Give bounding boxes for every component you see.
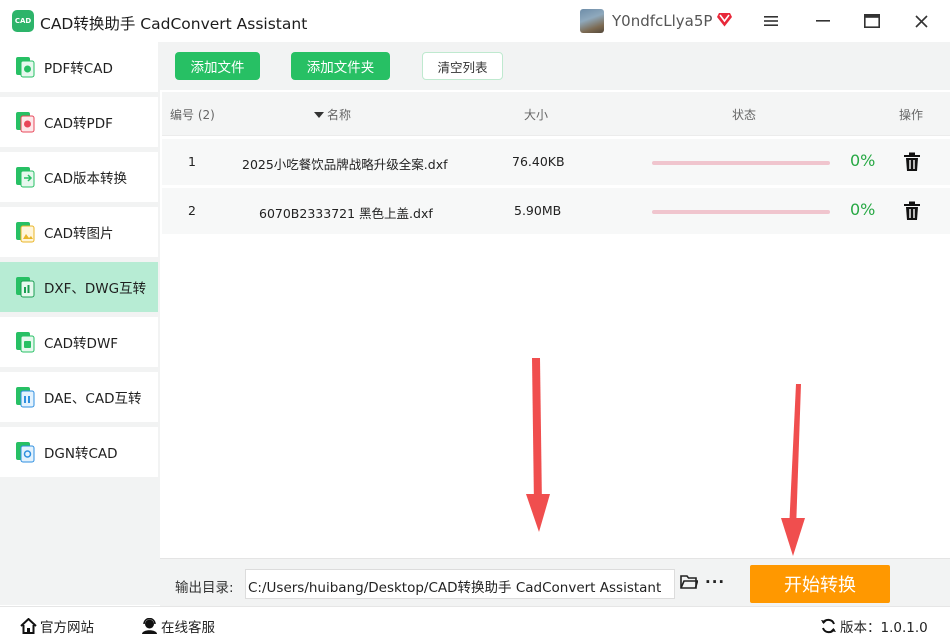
add-folder-button[interactable]: 添加文件夹 xyxy=(291,52,390,80)
close-icon xyxy=(914,14,928,28)
sidebar-item-pdf-to-cad[interactable]: PDF转CAD xyxy=(0,42,158,92)
sidebar-item-dxf-dwg[interactable]: DXF、DWG互转 xyxy=(0,262,158,312)
sidebar-item-label: DAE、CAD互转 xyxy=(44,391,142,407)
app-title: CAD转换助手 CadConvert Assistant xyxy=(40,15,308,33)
version-info[interactable]: 版本：1.0.1.0 xyxy=(820,616,928,636)
row-index: 1 xyxy=(188,154,196,169)
sidebar-item-label: PDF转CAD xyxy=(44,61,113,77)
menu-icon xyxy=(764,16,778,26)
title-bar: CAD CAD转换助手 CadConvert Assistant Y0ndfcL… xyxy=(0,0,950,42)
maximize-icon xyxy=(864,14,880,28)
close-button[interactable] xyxy=(908,8,934,34)
dae-cad-icon xyxy=(16,387,35,408)
row-progress-percent: 0% xyxy=(850,200,876,219)
output-bar: 输出目录: C:/Users/huibang/Desktop/CAD转换助手 C… xyxy=(160,558,950,606)
sidebar-item-label: CAD转DWF xyxy=(44,336,119,352)
vip-diamond-icon[interactable] xyxy=(716,11,733,28)
add-file-button[interactable]: 添加文件 xyxy=(175,52,260,80)
sidebar-item-label: CAD转图片 xyxy=(44,226,114,242)
sidebar-item-label: CAD转PDF xyxy=(44,116,113,132)
minimize-button[interactable] xyxy=(810,8,836,34)
pdf-to-cad-icon xyxy=(16,57,35,78)
sidebar-item-label: CAD版本转换 xyxy=(44,171,128,187)
output-dir-field[interactable]: C:/Users/huibang/Desktop/CAD转换助手 CadConv… xyxy=(245,569,675,599)
refresh-icon xyxy=(821,618,836,634)
maximize-button[interactable] xyxy=(859,8,885,34)
sidebar-item-label: DXF、DWG互转 xyxy=(44,281,147,297)
table-row[interactable]: 1 2025小吃餐饮品牌战略升级全案.dxf 76.40KB 0% xyxy=(162,139,950,185)
cad-version-icon xyxy=(16,167,35,188)
sort-down-icon xyxy=(314,111,324,118)
support-agent-icon xyxy=(142,618,157,634)
cad-to-image-icon xyxy=(16,222,35,243)
sidebar-item-label: DGN转CAD xyxy=(44,446,118,462)
row-file-size: 76.40KB xyxy=(512,154,565,169)
header-index: 编号 (2) xyxy=(170,108,215,122)
official-website-link[interactable]: 官方网站 xyxy=(20,616,94,636)
trash-icon[interactable] xyxy=(903,152,921,172)
version-label: 版本：1.0.1.0 xyxy=(840,620,928,636)
sidebar-item-dgn-to-cad[interactable]: DGN转CAD xyxy=(0,427,158,477)
header-action: 操作 xyxy=(899,108,924,122)
online-support-label: 在线客服 xyxy=(161,620,215,636)
app-logo-icon: CAD xyxy=(12,10,34,32)
menu-button[interactable] xyxy=(758,8,784,34)
app-window: CAD CAD转换助手 CadConvert Assistant Y0ndfcL… xyxy=(0,0,950,640)
user-avatar[interactable] xyxy=(580,9,604,33)
sidebar-item-cad-to-pdf[interactable]: CAD转PDF xyxy=(0,97,158,147)
row-index: 2 xyxy=(188,203,196,218)
annotation-arrow-down-icon xyxy=(781,384,805,556)
table-row[interactable]: 2 6070B2333721 黑色上盖.dxf 5.90MB 0% xyxy=(162,188,950,234)
username[interactable]: Y0ndfcLlya5P xyxy=(612,12,712,30)
header-name-label: 名称 xyxy=(327,108,352,122)
sidebar: PDF转CAD CAD转PDF CAD版本转换 CAD转图片 DXF、DWG互转… xyxy=(0,42,160,605)
annotation-arrow-down-icon xyxy=(526,358,550,532)
row-file-name: 6070B2333721 黑色上盖.dxf xyxy=(259,206,433,221)
header-name[interactable]: 名称 xyxy=(314,106,351,123)
sidebar-item-cad-version[interactable]: CAD版本转换 xyxy=(0,152,158,202)
dxf-dwg-icon xyxy=(16,277,35,298)
header-status: 状态 xyxy=(732,108,757,122)
minimize-icon xyxy=(816,20,830,22)
file-table-header: 编号 (2) 名称 大小 状态 操作 xyxy=(162,92,950,136)
sidebar-item-dae-cad[interactable]: DAE、CAD互转 xyxy=(0,372,158,422)
official-website-label: 官方网站 xyxy=(40,620,94,636)
start-convert-button[interactable]: 开始转换 xyxy=(750,565,890,603)
cad-to-pdf-icon xyxy=(16,112,35,133)
header-size: 大小 xyxy=(524,108,549,122)
output-dir-label: 输出目录: xyxy=(175,580,234,596)
row-progress-percent: 0% xyxy=(850,151,876,170)
dgn-to-cad-icon xyxy=(16,442,35,463)
cad-to-dwf-icon xyxy=(16,332,35,353)
sidebar-item-cad-to-image[interactable]: CAD转图片 xyxy=(0,207,158,257)
clear-list-button[interactable]: 清空列表 xyxy=(422,52,503,80)
more-options-icon[interactable]: ··· xyxy=(705,573,725,591)
toolbar: 添加文件 添加文件夹 清空列表 xyxy=(160,42,950,90)
row-file-name: 2025小吃餐饮品牌战略升级全案.dxf xyxy=(242,157,448,172)
sidebar-item-cad-to-dwf[interactable]: CAD转DWF xyxy=(0,317,158,367)
folder-open-icon[interactable] xyxy=(680,574,698,590)
trash-icon[interactable] xyxy=(903,201,921,221)
online-support-link[interactable]: 在线客服 xyxy=(141,616,215,636)
status-bar: 官方网站 在线客服 版本：1.0.1.0 xyxy=(0,606,950,640)
row-progress-bar xyxy=(652,210,830,214)
row-file-size: 5.90MB xyxy=(514,203,562,218)
home-icon xyxy=(20,618,37,634)
row-progress-bar xyxy=(652,161,830,165)
